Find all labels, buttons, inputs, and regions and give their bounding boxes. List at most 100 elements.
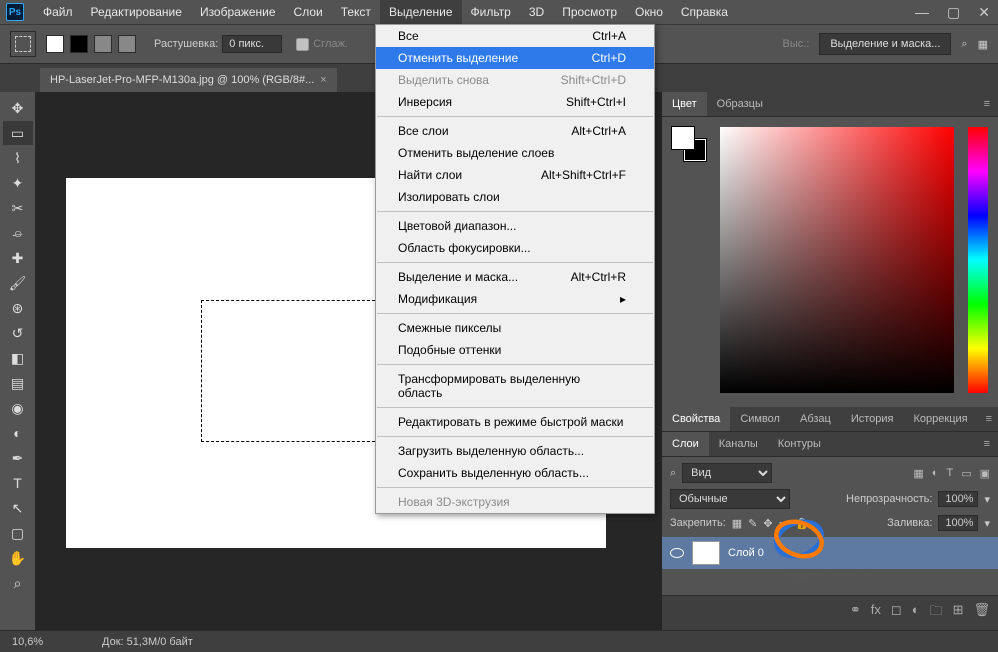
menu-item[interactable]: Найти слоиAlt+Shift+Ctrl+F <box>376 164 654 186</box>
menu-item[interactable]: Загрузить выделенную область... <box>376 440 654 462</box>
menu-item[interactable]: Область фокусировки... <box>376 237 654 259</box>
close-button[interactable]: ✕ <box>978 4 990 21</box>
menu-окно[interactable]: Окно <box>626 0 672 24</box>
new-icon[interactable]: ⊞ <box>953 602 964 624</box>
panel-menu-icon[interactable]: ≡ <box>976 92 998 116</box>
panel-tab[interactable]: Символ <box>730 407 790 431</box>
menu-файл[interactable]: Файл <box>34 0 82 24</box>
menu-item[interactable]: Трансформировать выделенную область <box>376 368 654 404</box>
group-icon[interactable]: 🗀 <box>930 602 943 624</box>
path-tool[interactable]: ↖ <box>3 496 33 520</box>
menu-текст[interactable]: Текст <box>332 0 380 24</box>
crop-tool[interactable]: ✂ <box>3 196 33 220</box>
hand-tool[interactable]: ✋ <box>3 546 33 570</box>
zoom-tool[interactable]: ⌕ <box>3 571 33 595</box>
gradient-tool[interactable]: ▤ <box>3 371 33 395</box>
visibility-eye-icon[interactable] <box>670 548 684 558</box>
menu-item[interactable]: Модификация <box>376 288 654 310</box>
tool-preset-picker[interactable] <box>10 31 36 57</box>
chevron-down-icon[interactable]: ▾ <box>984 493 990 506</box>
menu-item[interactable]: Цветовой диапазон... <box>376 215 654 237</box>
dodge-tool[interactable]: ◐ <box>3 421 33 445</box>
layer-thumbnail[interactable] <box>692 541 720 565</box>
menu-item[interactable]: Смежные пикселы <box>376 317 654 339</box>
pen-tool[interactable]: ✒ <box>3 446 33 470</box>
opacity-value[interactable]: 100% <box>938 491 978 507</box>
color-picker-field[interactable] <box>720 127 954 393</box>
menu-слои[interactable]: Слои <box>285 0 332 24</box>
filter-icon[interactable]: ⌕ <box>670 467 676 480</box>
menu-item[interactable]: Отменить выделение слоев <box>376 142 654 164</box>
menu-item[interactable]: Выделение и маска...Alt+Ctrl+R <box>376 266 654 288</box>
selection-new-icon[interactable] <box>46 35 64 53</box>
panel-tab[interactable]: Каналы <box>709 432 768 456</box>
zoom-level[interactable]: 10,6% <box>12 636 72 648</box>
menu-выделение[interactable]: Выделение <box>380 0 462 24</box>
minimize-button[interactable]: — <box>915 4 929 21</box>
selection-add-icon[interactable] <box>70 35 88 53</box>
panel-tab[interactable]: Абзац <box>790 407 841 431</box>
menu-изображение[interactable]: Изображение <box>191 0 285 24</box>
marquee-tool[interactable]: ▭ <box>3 121 33 145</box>
panel-tab[interactable]: Контуры <box>768 432 831 456</box>
menu-редактирование[interactable]: Редактирование <box>82 0 191 24</box>
stamp-tool[interactable]: ⊛ <box>3 296 33 320</box>
document-tab[interactable]: HP-LaserJet-Pro-MFP-M130a.jpg @ 100% (RG… <box>40 68 337 92</box>
menu-item[interactable]: Отменить выделениеCtrl+D <box>376 47 654 69</box>
panel-tab[interactable]: Образцы <box>707 92 773 116</box>
blur-tool[interactable]: ◉ <box>3 396 33 420</box>
lasso-tool[interactable]: ⌇ <box>3 146 33 170</box>
search-icon[interactable]: ⌕ <box>961 38 967 51</box>
selection-intersect-icon[interactable] <box>118 35 136 53</box>
menu-item[interactable]: Редактировать в режиме быстрой маски <box>376 411 654 433</box>
lock-brush-icon[interactable]: ✎ <box>748 517 757 530</box>
menu-3d[interactable]: 3D <box>520 0 553 24</box>
workspace-switcher-icon[interactable]: ▦ <box>978 38 988 51</box>
menu-справка[interactable]: Справка <box>672 0 737 24</box>
menu-просмотр[interactable]: Просмотр <box>553 0 626 24</box>
fg-bg-swatches[interactable] <box>672 127 706 161</box>
menu-item[interactable]: ИнверсияShift+Ctrl+I <box>376 91 654 113</box>
maximize-button[interactable]: ▢ <box>947 4 960 21</box>
filter-adjust-icon[interactable]: ◐ <box>932 467 939 480</box>
fx-icon[interactable]: fx <box>871 602 881 624</box>
shape-tool[interactable]: ▢ <box>3 521 33 545</box>
foreground-color[interactable] <box>672 127 694 149</box>
document-size[interactable]: Док: 51,3M/0 байт <box>102 636 193 648</box>
menu-item[interactable]: Сохранить выделенную область... <box>376 462 654 484</box>
filter-smart-icon[interactable]: ▣ <box>980 467 990 480</box>
filter-shape-icon[interactable]: ▭ <box>961 467 971 480</box>
menu-item[interactable]: Все слоиAlt+Ctrl+A <box>376 120 654 142</box>
layer-filter-kind[interactable]: Вид <box>682 463 772 483</box>
panel-tab[interactable]: Коррекция <box>904 407 978 431</box>
select-and-mask-button[interactable]: Выделение и маска... <box>819 33 951 55</box>
chevron-down-icon[interactable]: ▾ <box>984 517 990 530</box>
link-icon[interactable]: ⚭ <box>850 602 861 624</box>
hue-slider[interactable] <box>968 127 988 393</box>
layer-name[interactable]: Слой 0 <box>728 547 764 559</box>
fill-value[interactable]: 100% <box>938 515 978 531</box>
panel-tab[interactable]: Цвет <box>662 92 707 116</box>
filter-pixel-icon[interactable]: ▦ <box>913 467 923 480</box>
anti-alias-checkbox[interactable] <box>296 38 309 51</box>
panel-menu-icon[interactable]: ≡ <box>978 407 998 431</box>
layer-row[interactable]: Слой 0 <box>662 537 998 569</box>
panel-tab[interactable]: Свойства <box>662 407 730 431</box>
eraser-tool[interactable]: ◧ <box>3 346 33 370</box>
heal-tool[interactable]: ✚ <box>3 246 33 270</box>
selection-subtract-icon[interactable] <box>94 35 112 53</box>
menu-item[interactable]: Изолировать слои <box>376 186 654 208</box>
lock-pixels-icon[interactable]: ▦ <box>732 517 742 530</box>
feather-input[interactable] <box>222 35 282 53</box>
adjust-icon[interactable]: ◐ <box>912 602 920 624</box>
panel-tab[interactable]: Слои <box>662 432 709 456</box>
mask-icon[interactable]: ◻ <box>891 602 902 624</box>
type-tool[interactable]: T <box>3 471 33 495</box>
menu-фильтр[interactable]: Фильтр <box>462 0 520 24</box>
close-tab-icon[interactable]: × <box>320 74 326 86</box>
blend-mode-select[interactable]: Обычные <box>670 489 790 509</box>
eyedrop-tool[interactable]: ⌮ <box>3 221 33 245</box>
panel-menu-icon[interactable]: ≡ <box>976 432 998 456</box>
wand-tool[interactable]: ✦ <box>3 171 33 195</box>
trash-icon[interactable]: 🗑 <box>973 602 990 624</box>
